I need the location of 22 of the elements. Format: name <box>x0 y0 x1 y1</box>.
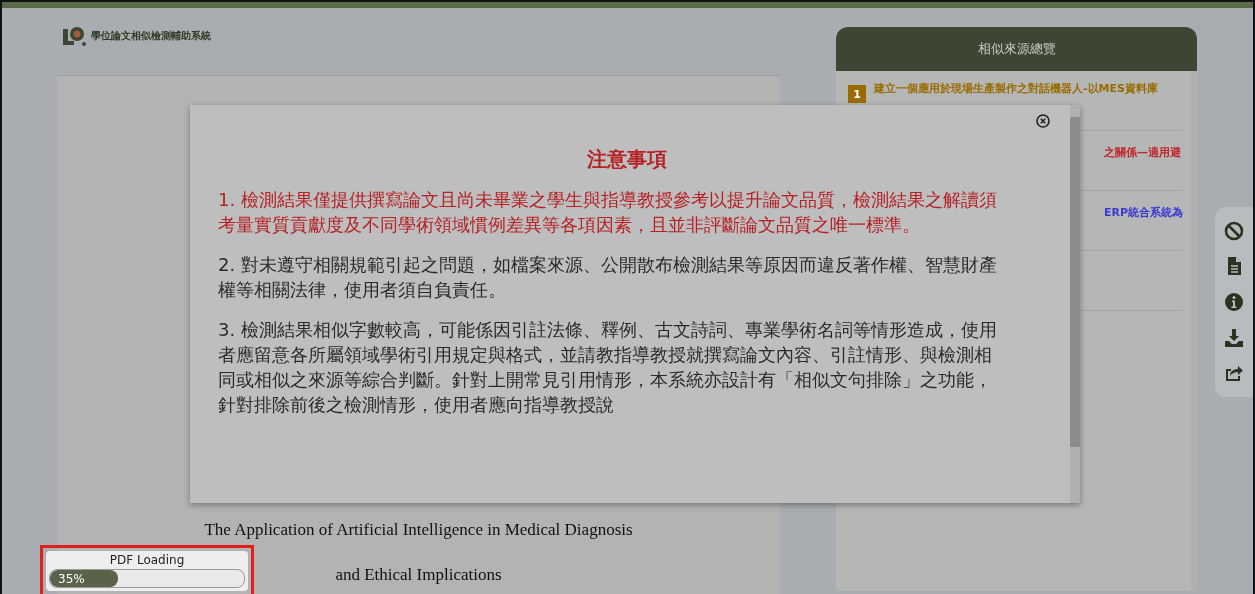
panel-title: 相似來源總覽 <box>977 40 1056 58</box>
notice-paragraph: 1. 檢測結果僅提供撰寫論文且尚未畢業之學生與指導教授參考以提升論文品質，檢測結果之解讀須考量實質貢獻度及不同學術領域慣例差異等各項因素，且並非評斷論文品質之唯一標準。 <box>218 188 998 237</box>
notice-paragraph: 3. 檢測結果相似字數較高，可能係因引註法條、釋例、古文詩詞、專業學術名詞等情形造成，使用者應留意各所屬領域學術引用規定與格式，並請教指導教授就撰寫論文內容、引註情形、與檢測相同或相似之來源等綜合判斷。針對上開常見引用情形，本系統亦設計有「相似文句排除」之功能，針對排除前後之檢測情形，使用者應向指導教授說 <box>218 318 998 417</box>
logo-icon <box>61 25 87 47</box>
document-text: and Ethical Implications <box>335 564 502 586</box>
scrollbar[interactable] <box>1191 71 1197 591</box>
source-link[interactable]: 建立一個應用於現場生產製作之對話機器人-以MES資料庫 <box>874 81 1158 97</box>
notice-paragraph: 2. 對未遵守相關規範引起之問題，如檔案來源、公開散布檢測結果等原因而違反著作權、智慧財產權等相關法律，使用者須自負責任。 <box>218 253 998 302</box>
app-title: 學位論文相似檢測輔助系統 <box>91 29 211 43</box>
ban-icon[interactable] <box>1224 220 1244 241</box>
source-link[interactable]: ERP統合系統為 <box>1104 205 1184 221</box>
source-link[interactable]: 之關係—適用避 <box>1104 145 1181 161</box>
close-icon[interactable] <box>1036 114 1050 128</box>
dialog-title: 注意事項 <box>586 146 668 173</box>
loading-label: PDF Loading <box>108 553 186 567</box>
rank-badge: 1 <box>848 85 866 103</box>
info-icon[interactable] <box>1224 292 1244 312</box>
document-text: The Application of Artificial Intelligence in Medical Diagnosis <box>204 519 633 541</box>
share-icon[interactable] <box>1224 363 1244 384</box>
progress-reading: 35% <box>57 571 85 586</box>
download-icon[interactable] <box>1224 327 1244 348</box>
scrollbar[interactable] <box>1070 105 1080 503</box>
